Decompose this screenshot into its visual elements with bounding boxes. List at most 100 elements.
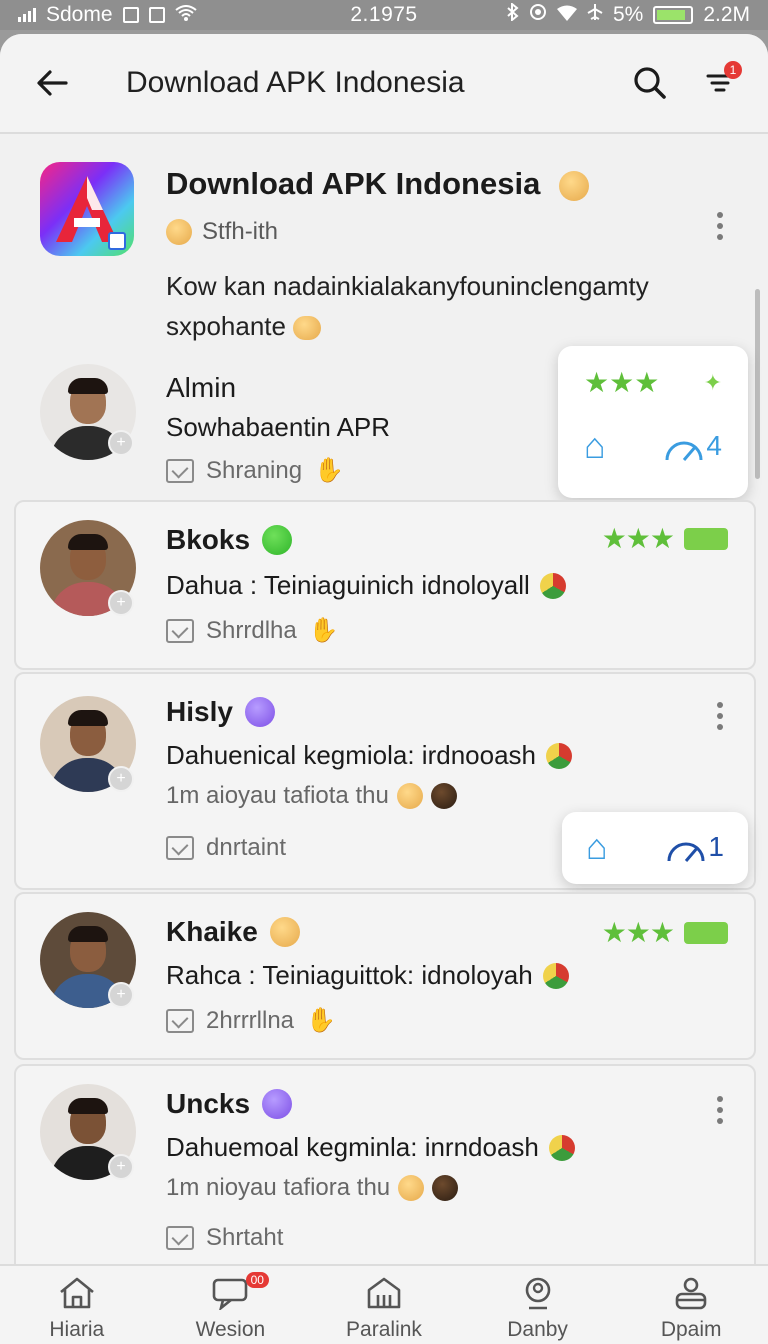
gauge-icon (665, 441, 703, 461)
bottom-navigation: Hiaria 00 Wesion Paralink Danby Dpaim (0, 1264, 768, 1344)
check-icon (166, 458, 194, 483)
hand-icon: ✋ (306, 1007, 336, 1034)
check-icon (166, 1226, 194, 1250)
sim-icon (122, 7, 139, 23)
more-button[interactable] (716, 1096, 724, 1124)
smile-emoji-icon (262, 525, 293, 555)
review-meta: 1m nioyau tafiora thu (166, 1174, 459, 1202)
chat-icon (210, 1274, 250, 1312)
check-icon (166, 836, 194, 860)
flag-emoji-icon (542, 962, 569, 989)
page-title: Download APK Indonesia (126, 66, 465, 99)
app-bar: Download APK Indonesia 1 (0, 34, 768, 134)
app-logo (40, 162, 134, 256)
status-bar: Sdome 2.1975 5% 2.2M (0, 0, 768, 30)
nav-item-messages[interactable]: 00 Wesion (154, 1266, 308, 1344)
review-text: Dahuemoal kegminla: inrndoash (166, 1132, 575, 1163)
reviewer-name: Uncks (166, 1088, 293, 1120)
add-avatar-icon[interactable]: + (108, 982, 134, 1008)
reviewer-name: Almin (166, 372, 237, 403)
nav-item-home[interactable]: Hiaria (0, 1266, 154, 1344)
lock-icon (148, 7, 165, 23)
flag-emoji-icon (546, 742, 573, 769)
nav-badge: 00 (245, 1272, 269, 1288)
rating-stars: ★★★ (602, 916, 728, 949)
gauge-button[interactable]: 1 (666, 831, 724, 863)
nav-item-paralink[interactable]: Paralink (307, 1266, 461, 1344)
smile-emoji-icon (244, 697, 275, 727)
review-item[interactable]: + Uncks Dahuemoal kegminla: inrndoash 1m… (14, 1064, 756, 1274)
reviewer-name: Khaike (166, 916, 300, 948)
share-action[interactable]: dnrtaint (166, 834, 286, 862)
add-avatar-icon[interactable]: + (108, 590, 134, 616)
share-action[interactable]: Shrrdlha ✋ (166, 616, 339, 645)
home-icon[interactable]: ⌂ (584, 425, 606, 467)
review-item[interactable]: + Bkoks Dahua : Teiniaguinich idnoloyall… (14, 500, 756, 670)
share-action[interactable]: Shrtaht (166, 1224, 283, 1252)
review-meta: 1m aioyau tafiota thu (166, 782, 457, 810)
add-avatar-icon[interactable]: + (108, 1154, 134, 1180)
share-action[interactable]: 2hrrrllna ✋ (166, 1006, 336, 1035)
app-name: Download APK Indonesia (166, 166, 589, 202)
home-icon (57, 1274, 97, 1312)
smile-emoji-icon (558, 170, 589, 201)
person-emoji-icon (432, 1175, 459, 1201)
nav-item-search[interactable]: Danby (461, 1266, 615, 1344)
gauge-icon (667, 842, 705, 862)
review-item[interactable]: + Khaike Rahca : Teiniaguittok: idnoloya… (14, 892, 756, 1060)
review-text: Dahuenical kegmiola: irdnooash (166, 740, 573, 771)
action-popup: ⌂ 1 (562, 812, 748, 884)
smile-emoji-icon (269, 917, 300, 947)
signal-icon (18, 8, 36, 22)
hand-icon: ✋ (308, 617, 339, 644)
share-action[interactable]: Shraning ✋ (166, 456, 344, 485)
app-window: Download APK Indonesia 1 Download APK In… (0, 34, 768, 1344)
worried-emoji-icon (398, 1175, 425, 1201)
worried-emoji-icon (396, 783, 423, 809)
hand-icon: ✋ (314, 457, 344, 484)
app-description: Kow kan nadainkialakanyfouninclengamty s… (166, 271, 649, 341)
status-right-label: 2.2M (703, 3, 750, 26)
add-avatar-icon[interactable]: + (108, 430, 134, 456)
app-more-button[interactable] (716, 212, 724, 240)
check-icon (166, 1008, 194, 1033)
app-badge-icon (108, 232, 126, 250)
review-text: Dahua : Teiniaguinich idnoloyall (166, 570, 566, 601)
badge-icon (684, 527, 728, 550)
profile-icon (671, 1274, 711, 1312)
person-emoji-icon (430, 783, 457, 809)
wifi-icon (174, 3, 197, 27)
arrow-left-icon (37, 70, 68, 96)
bluetooth-icon (507, 1, 519, 27)
data-saver-icon (529, 3, 547, 27)
search-button[interactable] (628, 61, 672, 105)
add-avatar-icon[interactable]: + (108, 766, 134, 792)
back-button[interactable] (30, 61, 74, 105)
smile-emoji-icon (262, 1089, 293, 1119)
sparkle-icon: ✦ (703, 369, 722, 395)
rating-stars: ★★★ (602, 522, 728, 555)
reviewer-name: Bkoks (166, 524, 293, 556)
worried-emoji-icon (166, 219, 192, 245)
search-person-icon (518, 1274, 558, 1312)
home-icon[interactable]: ⌂ (586, 826, 608, 868)
wifi-signal-icon (556, 3, 577, 27)
carrier-label: Sdome (46, 3, 113, 26)
rating-stars: ★★★ (584, 367, 660, 398)
search-icon (634, 67, 666, 99)
status-time: 2.1975 (350, 3, 418, 26)
rating-popup: ★★★ ✦ ⌂ 4 (558, 346, 748, 498)
review-text: Sowhabaentin APR (166, 412, 391, 442)
flag-emoji-icon (548, 1134, 575, 1161)
battery-percent: 5% (612, 3, 644, 26)
nav-item-profile[interactable]: Dpaim (614, 1266, 768, 1344)
badge-icon (684, 921, 728, 944)
more-button[interactable] (716, 702, 724, 730)
reviewer-name: Hisly (166, 696, 275, 728)
notification-badge: 1 (724, 61, 742, 79)
filter-button[interactable]: 1 (698, 61, 742, 105)
building-icon (364, 1274, 404, 1312)
gauge-button[interactable]: 4 (664, 430, 722, 462)
check-icon (166, 618, 194, 643)
app-subtitle: Stfh-ith (166, 218, 278, 246)
